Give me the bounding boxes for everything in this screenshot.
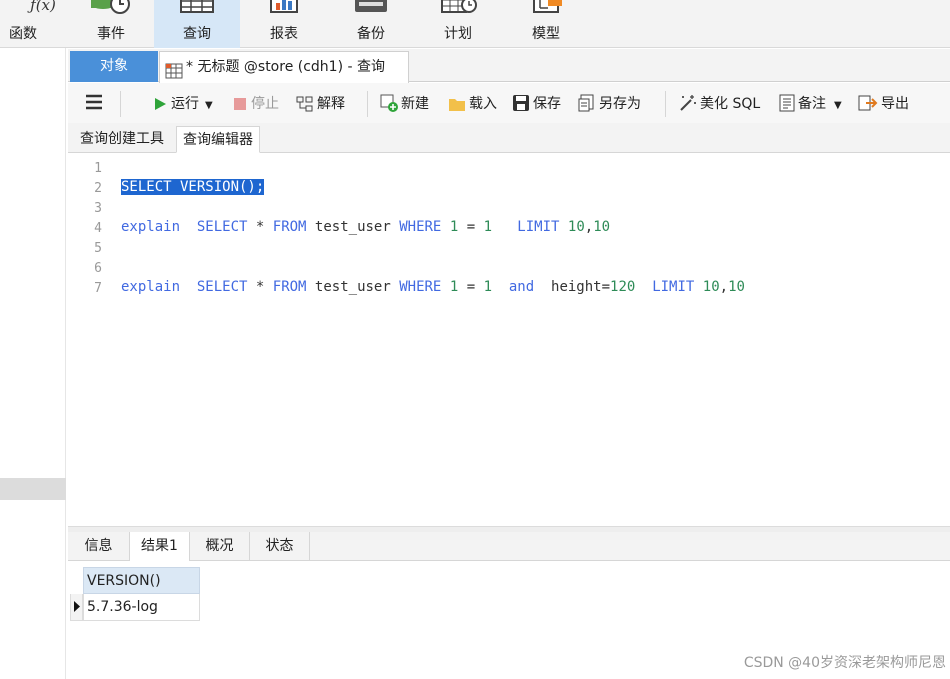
tab-info[interactable]: 信息 — [68, 532, 130, 561]
notes-button[interactable]: 备注 ▼ — [779, 93, 842, 115]
toolbar-divider — [120, 91, 121, 117]
export-icon — [858, 95, 878, 111]
code-line: explain SELECT * FROM test_user WHERE 1 … — [121, 279, 745, 295]
query-icon — [177, 0, 217, 18]
model-icon — [526, 0, 566, 18]
line-number: 6 — [94, 261, 102, 276]
watermark: CSDN @40岁资深老架构师尼恩 — [743, 655, 946, 671]
line-number: 5 — [94, 241, 102, 256]
tab-query-editor[interactable]: 查询编辑器 — [176, 126, 260, 153]
folder-icon — [449, 99, 465, 111]
line-number: 2 — [94, 181, 102, 196]
magic-wand-icon — [680, 95, 696, 111]
backup-icon — [351, 0, 391, 18]
tab-status[interactable]: 状态 — [250, 532, 310, 561]
save-as-icon — [578, 94, 594, 112]
stop-icon — [234, 98, 246, 110]
result-tabs: 信息 结果1 概况 状态 — [68, 532, 950, 561]
tab-query[interactable]: * 无标题 @store (cdh1) - 查询 — [159, 51, 409, 83]
code-line-selected: SELECT VERSION(); — [121, 179, 265, 195]
ribbon-schedule-button[interactable]: 计划 — [415, 0, 501, 48]
new-icon — [380, 94, 398, 112]
function-icon: ƒ(x) — [30, 0, 56, 14]
explain-button[interactable]: 解释 — [296, 93, 345, 115]
ribbon-events-button[interactable]: 事件 — [68, 0, 154, 48]
run-button[interactable]: 运行 ▼ — [152, 93, 213, 115]
main-ribbon: ƒ(x) 函数 事件 查询 报表 备份 计划 模型 — [0, 0, 950, 48]
report-icon — [268, 0, 300, 18]
column-header[interactable]: VERSION() — [83, 567, 200, 594]
run-dropdown-icon[interactable]: ▼ — [205, 100, 213, 111]
sql-editor[interactable]: 1 2 3 4 5 6 7 SELECT VERSION(); explain … — [68, 154, 950, 526]
new-button[interactable]: 新建 — [380, 93, 429, 115]
notes-dropdown-icon[interactable]: ▼ — [834, 100, 842, 111]
beautify-sql-button[interactable]: 美化 SQL — [677, 93, 760, 115]
query-toolbar: 运行 ▼ 停止 解释 新建 载入 保存 另存为 美化 SQL 备注 ▼ 导出 — [68, 83, 950, 123]
line-number: 4 — [94, 221, 102, 236]
row-indicator[interactable] — [70, 594, 83, 621]
run-icon — [155, 98, 166, 110]
notes-icon — [779, 94, 795, 112]
current-row-icon — [74, 601, 80, 612]
object-navigator[interactable] — [0, 48, 66, 679]
ribbon-model-button[interactable]: 模型 — [503, 0, 589, 48]
ribbon-backup-button[interactable]: 备份 — [328, 0, 414, 48]
save-icon — [513, 95, 529, 111]
load-button[interactable]: 载入 — [448, 93, 497, 115]
menu-icon[interactable] — [84, 93, 107, 115]
explain-icon — [296, 96, 313, 112]
code-line: explain SELECT * FROM test_user WHERE 1 … — [121, 219, 611, 235]
grid-cell[interactable]: 5.7.36-log — [83, 594, 200, 621]
tab-result-1[interactable]: 结果1 — [130, 532, 190, 561]
query-mode-tabs: 查询创建工具 查询编辑器 — [68, 123, 950, 153]
schedule-icon — [438, 0, 478, 18]
tab-objects[interactable]: 对象 — [70, 51, 158, 82]
stop-button[interactable]: 停止 — [232, 93, 279, 115]
line-number: 1 — [94, 161, 102, 176]
line-number-gutter: 1 2 3 4 5 6 7 — [68, 154, 116, 526]
save-as-button[interactable]: 另存为 — [578, 93, 641, 115]
event-icon — [89, 0, 133, 18]
line-number: 7 — [94, 281, 102, 296]
export-button[interactable]: 导出 — [858, 93, 909, 115]
tab-query-builder[interactable]: 查询创建工具 — [74, 126, 170, 153]
save-button[interactable]: 保存 — [512, 93, 561, 115]
line-number: 3 — [94, 201, 102, 216]
ribbon-query-button[interactable]: 查询 — [154, 0, 240, 48]
query-tab-label: * 无标题 @store (cdh1) - 查询 — [186, 59, 386, 75]
toolbar-divider — [367, 91, 368, 117]
navigator-selected-row[interactable] — [0, 478, 66, 500]
document-tab-strip: 对象 * 无标题 @store (cdh1) - 查询 — [68, 49, 950, 83]
ribbon-report-button[interactable]: 报表 — [241, 0, 327, 48]
toolbar-divider — [665, 91, 666, 117]
tab-profile[interactable]: 概况 — [190, 532, 250, 561]
